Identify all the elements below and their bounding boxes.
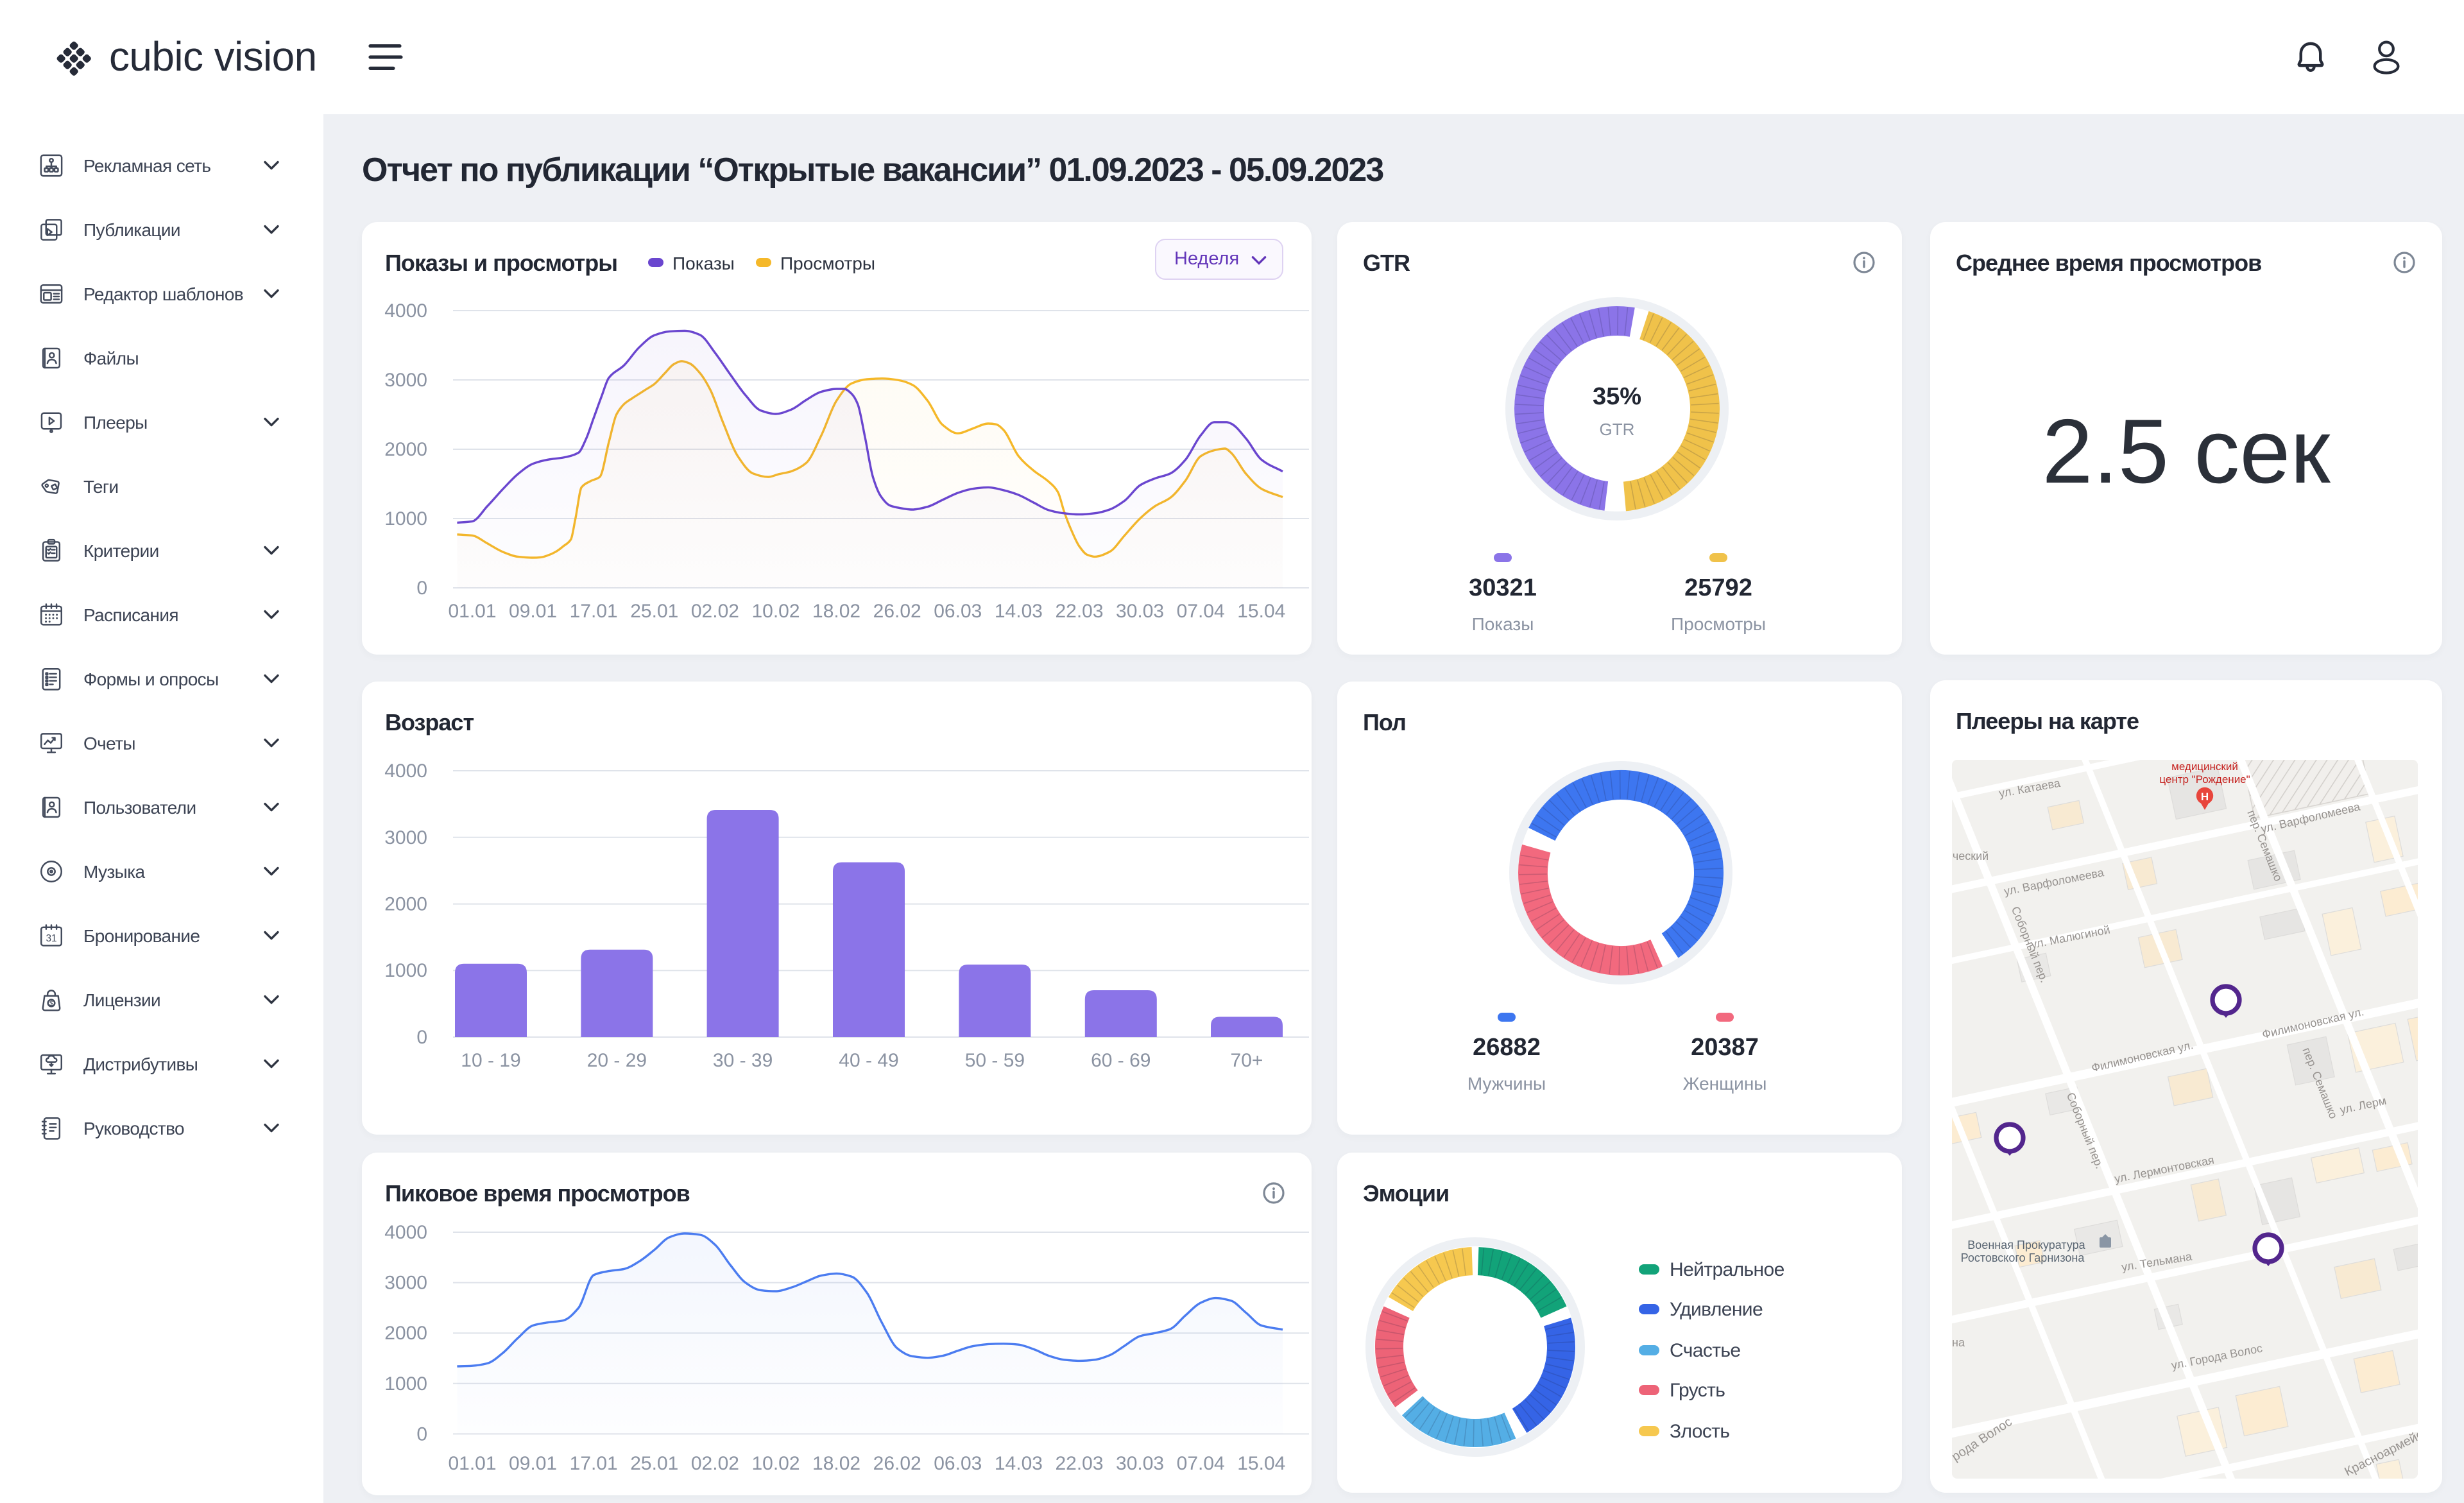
svg-text:15.04: 15.04	[1237, 1453, 1285, 1474]
svg-text:15.04: 15.04	[1237, 601, 1285, 622]
svg-text:18.02: 18.02	[812, 1453, 860, 1474]
svg-text:06.03: 06.03	[934, 1453, 982, 1474]
svg-text:на: на	[1952, 1336, 1965, 1349]
svg-text:3000: 3000	[384, 370, 427, 391]
svg-text:01.01: 01.01	[448, 1453, 496, 1474]
svg-text:17.01: 17.01	[570, 601, 618, 622]
svg-text:2000: 2000	[384, 1323, 427, 1344]
svg-text:30 - 39: 30 - 39	[713, 1050, 773, 1071]
svg-text:06.03: 06.03	[934, 601, 982, 622]
svg-text:10 - 19: 10 - 19	[461, 1050, 520, 1071]
svg-text:2000: 2000	[384, 439, 427, 460]
svg-text:22.03: 22.03	[1055, 601, 1103, 622]
svg-text:26.02: 26.02	[873, 601, 921, 622]
svg-text:25.01: 25.01	[630, 601, 678, 622]
svg-text:14.03: 14.03	[995, 1453, 1043, 1474]
svg-text:1000: 1000	[384, 508, 427, 529]
svg-text:14.03: 14.03	[995, 601, 1043, 622]
svg-text:09.01: 09.01	[509, 1453, 557, 1474]
svg-text:09.01: 09.01	[509, 601, 557, 622]
svg-text:10.02: 10.02	[751, 1453, 800, 1474]
svg-text:H: H	[2201, 791, 2209, 803]
svg-text:центр "Рождение": центр "Рождение"	[2159, 773, 2250, 786]
svg-text:40 - 49: 40 - 49	[839, 1050, 898, 1071]
svg-text:1000: 1000	[384, 1373, 427, 1395]
svg-text:60 - 69: 60 - 69	[1091, 1050, 1151, 1071]
svg-text:4000: 4000	[384, 300, 427, 322]
svg-text:1000: 1000	[384, 960, 427, 981]
svg-text:4000: 4000	[384, 1222, 427, 1243]
svg-text:20 - 29: 20 - 29	[587, 1050, 647, 1071]
svg-text:50 - 59: 50 - 59	[965, 1050, 1025, 1071]
svg-text:18.02: 18.02	[812, 601, 860, 622]
svg-text:2000: 2000	[384, 894, 427, 915]
svg-text:07.04: 07.04	[1177, 1453, 1225, 1474]
svg-text:0: 0	[416, 578, 427, 599]
svg-text:ический: ический	[1946, 850, 1989, 863]
svg-text:Ростовского Гарнизона: Ростовского Гарнизона	[1961, 1251, 2085, 1264]
svg-text:02.02: 02.02	[691, 1453, 739, 1474]
svg-text:30.03: 30.03	[1116, 601, 1164, 622]
svg-text:GTR: GTR	[1600, 420, 1635, 439]
svg-text:31: 31	[46, 933, 56, 944]
svg-text:02.02: 02.02	[691, 601, 739, 622]
svg-text:35%: 35%	[1593, 383, 1641, 410]
svg-text:3000: 3000	[384, 1273, 427, 1294]
svg-text:медицинский: медицинский	[2171, 760, 2238, 773]
svg-text:07.04: 07.04	[1177, 601, 1225, 622]
svg-text:4000: 4000	[384, 760, 427, 782]
svg-text:01.01: 01.01	[448, 601, 496, 622]
svg-text:70+: 70+	[1231, 1050, 1263, 1071]
svg-text:0: 0	[416, 1027, 427, 1048]
svg-text:25.01: 25.01	[630, 1453, 678, 1474]
svg-text:17.01: 17.01	[570, 1453, 618, 1474]
svg-text:0: 0	[416, 1423, 427, 1445]
svg-text:$: $	[49, 1000, 53, 1008]
svg-text:26.02: 26.02	[873, 1453, 921, 1474]
svg-text:3000: 3000	[384, 827, 427, 848]
svg-text:10.02: 10.02	[751, 601, 800, 622]
svg-text:Военная Прокуратура: Военная Прокуратура	[1967, 1239, 2085, 1251]
svg-text:30.03: 30.03	[1116, 1453, 1164, 1474]
svg-text:22.03: 22.03	[1055, 1453, 1103, 1474]
